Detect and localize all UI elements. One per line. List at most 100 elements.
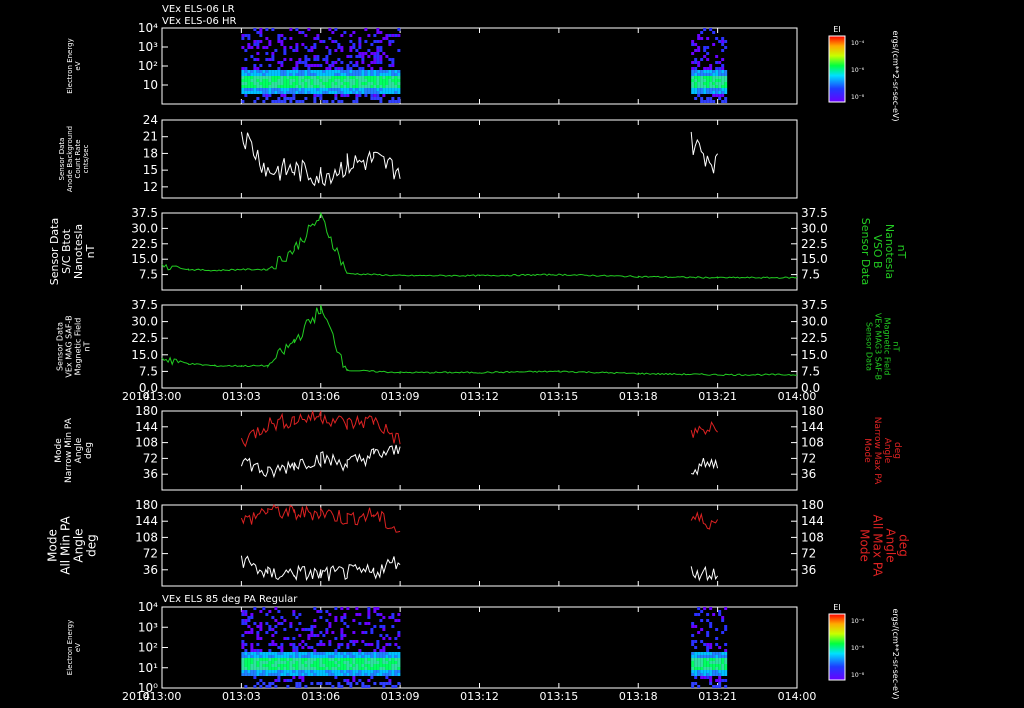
spectrogram-pixel <box>346 652 350 655</box>
spectrogram-pixel <box>241 34 245 37</box>
y-tick-label-right: 108 <box>801 530 824 544</box>
y-tick-label-right: 15.0 <box>801 252 828 266</box>
spectrogram-pixel <box>277 85 281 88</box>
spectrogram-pixel <box>343 82 347 85</box>
spectrogram-pixel <box>709 658 713 661</box>
spectrogram-pixel <box>694 625 698 628</box>
spectrogram-pixel <box>292 91 296 94</box>
spectrogram-pixel <box>361 655 365 658</box>
spectrogram-pixel <box>349 61 353 64</box>
spectrogram-pixel <box>319 610 323 613</box>
spectrogram-pixel <box>709 664 713 667</box>
spectrogram-pixel <box>694 676 698 679</box>
spectrogram-pixel <box>292 76 296 79</box>
spectrogram-pixel <box>247 661 251 664</box>
spectrogram-pixel <box>280 658 284 661</box>
spectrogram-pixel <box>358 667 362 670</box>
y-tick-label: 7.5 <box>139 268 158 282</box>
spectrogram-pixel <box>310 628 314 631</box>
spectrogram-pixel <box>274 661 278 664</box>
spectrogram-pixel <box>715 79 719 82</box>
spectrogram-pixel <box>370 94 374 97</box>
spectrogram-pixel <box>325 76 329 79</box>
spectrogram-pixel <box>367 88 371 91</box>
spectrogram-pixel <box>268 43 272 46</box>
spectrogram-pixel <box>382 94 386 97</box>
spectrogram-pixel <box>355 682 359 685</box>
spectrogram-pixel <box>316 610 320 613</box>
spectrogram-pixel <box>310 667 314 670</box>
spectrogram-pixel <box>706 613 710 616</box>
spectrogram-pixel <box>382 637 386 640</box>
spectrogram-pixel <box>280 649 284 652</box>
y-axis-label: VEx MAG SAF-B <box>65 315 74 377</box>
series-line <box>690 420 718 438</box>
y-axis-label-right: Angle <box>884 528 898 562</box>
spectrogram-pixel <box>376 646 380 649</box>
spectrogram-pixel <box>337 88 341 91</box>
spectrogram-pixel <box>322 670 326 673</box>
spectrogram-pixel <box>265 91 269 94</box>
spectrogram-pixel <box>253 82 257 85</box>
spectrogram-pixel <box>349 76 353 79</box>
spectrogram-pixel <box>250 631 254 634</box>
spectrogram-pixel <box>367 73 371 76</box>
spectrogram-pixel <box>712 670 716 673</box>
spectrogram-pixel <box>355 673 359 676</box>
spectrogram-pixel <box>694 667 698 670</box>
spectrogram-pixel <box>370 643 374 646</box>
spectrogram-pixel <box>280 100 284 103</box>
spectrogram-pixel <box>370 76 374 79</box>
spectrogram-pixel <box>307 79 311 82</box>
spectrogram-pixel <box>328 76 332 79</box>
y-tick-label: 10³ <box>138 40 158 54</box>
spectrogram-pixel <box>301 43 305 46</box>
spectrogram-pixel <box>382 79 386 82</box>
spectrogram-pixel <box>325 85 329 88</box>
spectrogram-pixel <box>385 670 389 673</box>
spectrogram-pixel <box>361 85 365 88</box>
spectrogram-pixel <box>700 82 704 85</box>
spectrogram-pixel <box>244 673 248 676</box>
spectrogram-pixel <box>391 91 395 94</box>
spectrogram-pixel <box>310 46 314 49</box>
spectrogram-pixel <box>709 625 713 628</box>
spectrogram-pixel <box>346 670 350 673</box>
spectrogram-pixel <box>376 40 380 43</box>
spectrogram-pixel <box>286 667 290 670</box>
spectrogram-pixel <box>253 85 257 88</box>
spectrogram-pixel <box>280 670 284 673</box>
spectrogram-pixel <box>691 61 695 64</box>
spectrogram-pixel <box>346 76 350 79</box>
spectrogram-pixel <box>268 79 272 82</box>
spectrogram-pixel <box>694 85 698 88</box>
spectrogram-pixel <box>373 52 377 55</box>
spectrogram-pixel <box>718 670 722 673</box>
spectrogram-pixel <box>283 658 287 661</box>
spectrogram-pixel <box>358 679 362 682</box>
spectrogram-pixel <box>697 79 701 82</box>
spectrogram-pixel <box>340 79 344 82</box>
spectrogram-pixel <box>352 676 356 679</box>
spectrogram-pixel <box>262 673 266 676</box>
spectrogram-pixel <box>301 628 305 631</box>
spectrogram-pixel <box>274 100 278 103</box>
spectrogram-pixel <box>307 658 311 661</box>
spectrogram-pixel <box>316 79 320 82</box>
spectrogram-pixel <box>718 685 722 688</box>
spectrogram-pixel <box>358 673 362 676</box>
spectrogram-pixel <box>265 88 269 91</box>
spectrogram-pixel <box>691 622 695 625</box>
spectrogram-pixel <box>391 613 395 616</box>
spectrogram-pixel <box>271 88 275 91</box>
spectrogram-pixel <box>355 82 359 85</box>
spectrogram-pixel <box>259 679 263 682</box>
x-tick-label: 013:21 <box>698 690 737 703</box>
spectrogram-pixel <box>322 634 326 637</box>
spectrogram-pixel <box>382 625 386 628</box>
spectrogram-pixel <box>724 673 728 676</box>
spectrogram-pixel <box>316 73 320 76</box>
spectrogram-pixel <box>706 100 710 103</box>
spectrogram-pixel <box>268 628 272 631</box>
spectrogram-pixel <box>292 658 296 661</box>
